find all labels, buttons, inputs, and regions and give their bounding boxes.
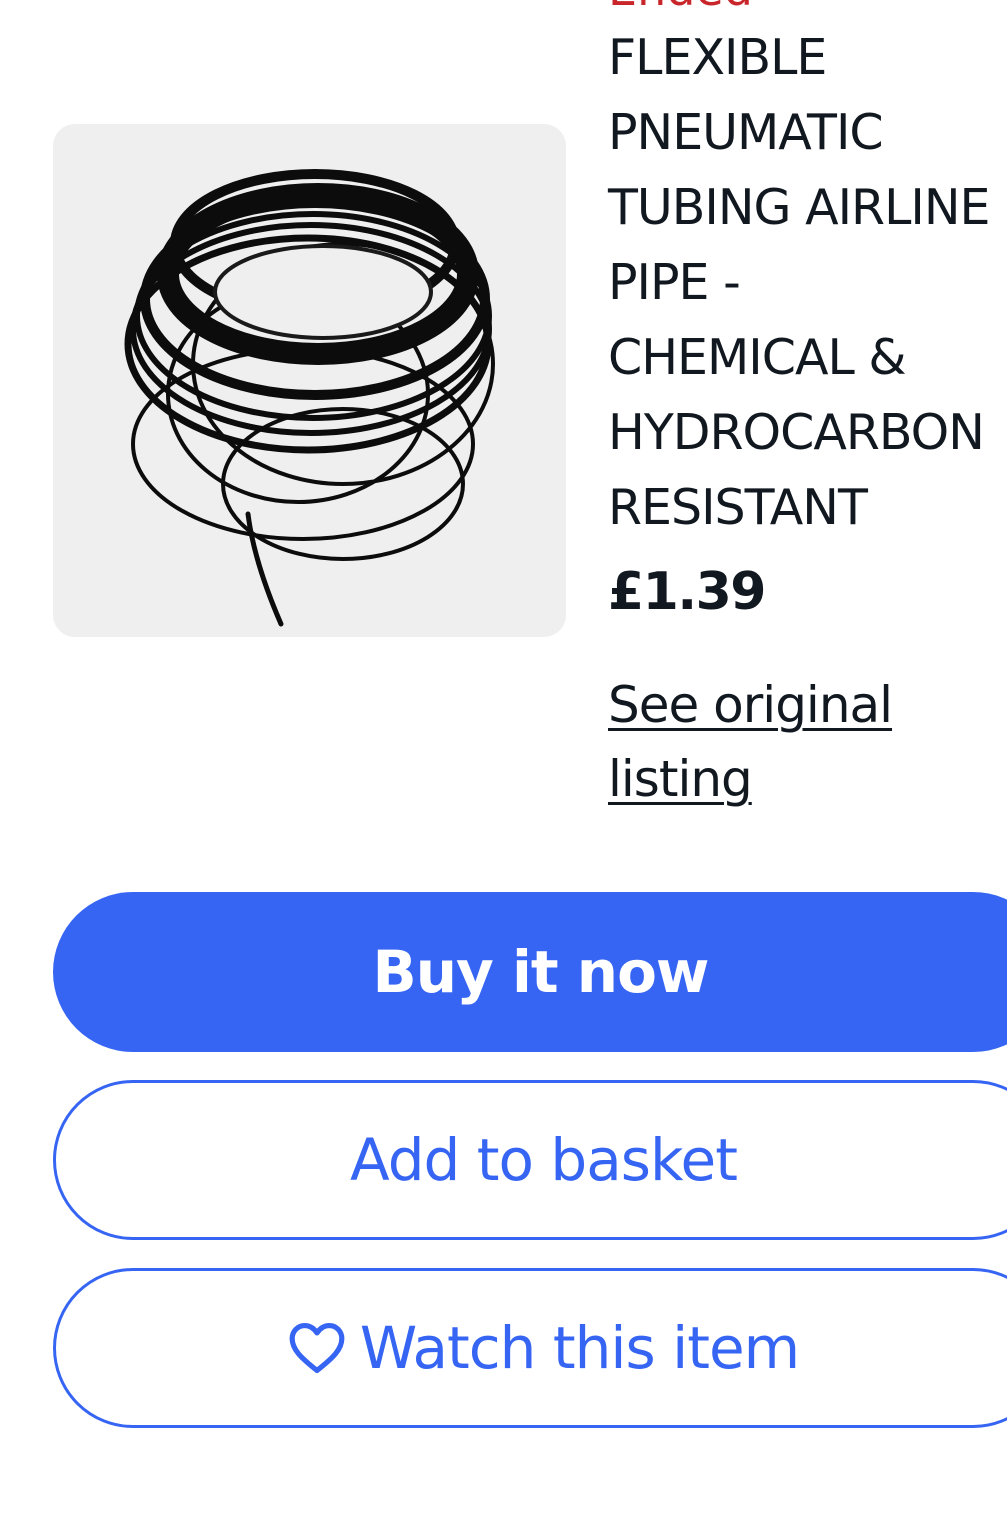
buy-it-now-button[interactable]: Buy it now <box>53 892 1007 1052</box>
title-line: TUBING AIRLINE <box>608 179 990 236</box>
add-to-basket-button[interactable]: Add to basket <box>53 1080 1007 1240</box>
title-line: FLEXIBLE <box>608 29 827 86</box>
watch-this-item-button[interactable]: Watch this item <box>53 1268 1007 1428</box>
title-line: PNEUMATIC <box>608 104 884 161</box>
tubing-coil-image <box>124 169 495 627</box>
listing-summary: Ended <box>0 0 1007 1527</box>
listing-title: FLEXIBLE PNEUMATIC TUBING AIRLINE PIPE -… <box>608 20 1007 545</box>
title-line: HYDROCARBON <box>608 404 985 461</box>
title-line: RESISTANT <box>608 479 868 536</box>
add-to-basket-label: Add to basket <box>350 1126 738 1194</box>
watch-this-item-label: Watch this item <box>359 1314 800 1382</box>
listing-status-label: Ended <box>608 0 753 12</box>
listing-price: £1.39 <box>608 562 766 622</box>
heart-icon <box>288 1322 346 1374</box>
buy-it-now-label: Buy it now <box>372 938 709 1006</box>
title-line: PIPE - <box>608 254 741 311</box>
product-image[interactable] <box>53 124 566 637</box>
title-line: CHEMICAL & <box>608 329 907 386</box>
see-original-listing-link[interactable]: See original listing <box>608 668 968 816</box>
